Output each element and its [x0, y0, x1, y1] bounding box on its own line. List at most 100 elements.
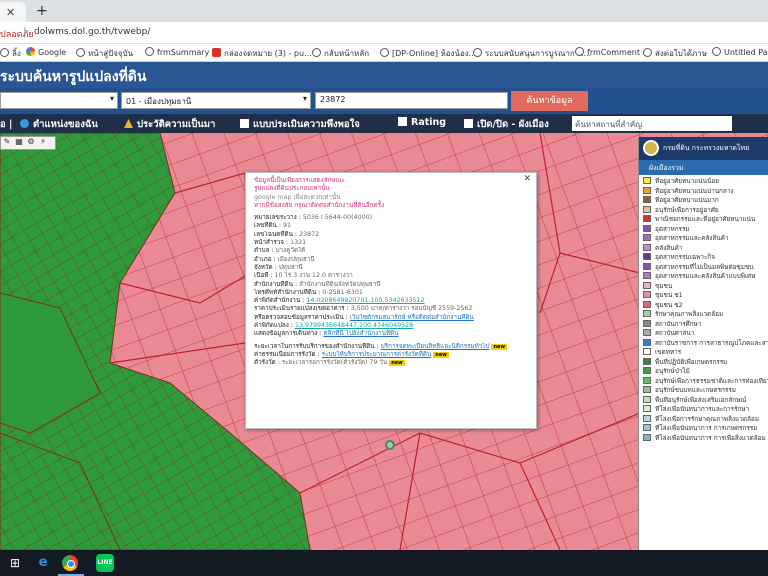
toolbar-separator: อ | [0, 119, 13, 130]
survey-button[interactable]: แบบประเมินความพึงพอใจ [240, 117, 360, 132]
info-row: อำเภอ : เมืองปทุมธานี [254, 255, 315, 263]
info-row: แสดงข้อมูลการเดินทาง : คลิกที่นี่ ไปยังส… [254, 330, 399, 338]
province-select[interactable]: ▾ [0, 92, 118, 109]
bookmark-item[interactable]: กลับหน้าหลัก [312, 47, 369, 60]
taskbar: ⊞ e LINE [0, 550, 768, 576]
legend-panel: กรมที่ดิน กระทรวงมหาดไทย ผังเมืองรวม ที่… [638, 137, 768, 550]
bookmark-item[interactable]: ลิ้ง [0, 47, 21, 60]
close-icon[interactable]: ✕ [523, 174, 531, 183]
office-coordinate-link[interactable]: 14.0208649920701,100.5342633512 [306, 297, 424, 304]
url-text[interactable]: dolwms.dol.go.th/tvwebp/ [34, 27, 150, 37]
rating-button[interactable]: Rating [398, 117, 446, 128]
legend-label: ที่อยู่อาศัยหนาแน่นมาก [655, 196, 719, 204]
service-link[interactable]: ระบบให้บริการประมาณการค่ารังวัดที่ดิน [322, 351, 432, 358]
info-row: เลขที่ดิน : 91 [254, 222, 292, 230]
browser-tabstrip: ✕ + [0, 0, 768, 22]
legend-label: อุตสาหกรรมและคลังสินค้าแบบพิเศษ [655, 272, 756, 280]
legend-label: เขตทหาร [655, 348, 682, 356]
bookmark-item[interactable]: Google [26, 47, 66, 57]
legend-swatch [643, 272, 651, 279]
legend-label: ชุมชน ช2 [655, 300, 683, 309]
app-header: ระบบค้นหารูปแปลงที่ดิน [0, 62, 768, 88]
legend-item: อนุรักษ์เพื่อการธรรมชาติและการท่องเที่ยว [643, 376, 768, 387]
legend-label: อุตสาหกรรม [655, 224, 690, 233]
bookmark-item[interactable]: [DP-Online] ห้องน้อง... [380, 47, 476, 60]
legend-swatch [643, 395, 651, 403]
search-bar: ▾ 01 - เมืองปทุมธานี ▾ 23872 ค้นหาข้อมูล [0, 88, 768, 114]
globe-icon [380, 48, 389, 57]
legend-swatch [643, 196, 651, 203]
bookmark-item[interactable]: หน้าสู่ปัจจุบัน [76, 47, 133, 60]
settings-icon[interactable]: ⚙ [25, 137, 37, 146]
legend-item: อุตสาหกรรมและคลังสินค้า [643, 234, 768, 244]
service-row: ระยะเวลาในการรับบริการของสำนักงานที่ดิน … [254, 342, 508, 350]
bookmark-item[interactable]: ระบบสนับสนุนการบูรณาการ... [473, 47, 591, 60]
tree-icon [124, 119, 133, 128]
globe-icon [145, 47, 154, 56]
document-icon [240, 119, 249, 128]
appraisal-link[interactable]: เว็บไซต์กรมธนารักษ์ หรือติดต่อสำนักงานที… [350, 314, 474, 321]
history-button[interactable]: ประวัติความเป็นมา [124, 117, 215, 132]
legend-item: อุตสาหกรรมและคลังสินค้าแบบพิเศษ [643, 272, 768, 282]
globe-icon [643, 48, 652, 57]
lightning-icon[interactable]: ⚡ [37, 137, 49, 146]
search-button[interactable]: ค้นหาข้อมูล [511, 91, 588, 111]
browser-tab[interactable]: ✕ [0, 2, 26, 22]
chrome-icon[interactable] [62, 555, 78, 571]
globe-icon [20, 119, 29, 128]
parcel-number-input[interactable]: 23872 [315, 92, 508, 109]
legend-swatch [643, 357, 651, 365]
popup-warning: รูปแปลงที่ดินประกอบเท่านั้น [254, 185, 330, 193]
bookmark-item[interactable]: frmSummary [145, 47, 209, 57]
globe-icon [712, 47, 721, 56]
legend-item: อนุรักษ์ป่าไม้ [643, 367, 768, 377]
legend-swatch [643, 291, 651, 298]
legend-item: คลังสินค้า [643, 243, 768, 254]
windows-start-icon[interactable]: ⊞ [6, 554, 24, 572]
parcel-location-marker[interactable] [385, 440, 395, 450]
legend-swatch [643, 224, 651, 232]
new-tab-button[interactable]: + [36, 3, 48, 19]
new-badge: new [433, 351, 449, 358]
legend-item: ที่โล่งเพื่อนันทนาการ การเพื่อสิ่งแวดล้อ… [643, 433, 768, 444]
legend-label: พื้นที่ปฏิบัติเพื่อเกษตรกรรม [655, 357, 728, 366]
legend-item: ที่อยู่อาศัยหนาแน่นปานกลาง [643, 186, 768, 197]
legend-swatch [643, 348, 651, 355]
legend-item: ชุมชน [643, 281, 768, 292]
legend-item: สถาบันการศึกษา [643, 319, 768, 330]
draw-icon[interactable]: ✎ [1, 137, 13, 146]
service-link[interactable]: บริการจดทะเบียนสิทธิและนิติกรรมทั่วไป [381, 343, 490, 350]
toggle-zoning-button[interactable]: เปิด/ปิด - ผังเมือง [464, 117, 549, 132]
new-badge: new [389, 360, 405, 367]
close-tab-icon[interactable]: ✕ [6, 6, 15, 19]
parcel-coordinate-link[interactable]: 13.9799436648447,100.4746049528 [295, 322, 413, 329]
place-search-input[interactable]: ค้นหาสถานที่สำคัญ [572, 116, 732, 131]
internet-explorer-icon[interactable]: e [34, 554, 52, 572]
legend-item: อุตสาหกรรม [643, 224, 768, 235]
page-title: ระบบค้นหารูปแปลงที่ดิน [0, 69, 147, 85]
info-row: ราคาประเมินรายแปลงเขตอาคาร : 3,500 บาท/ต… [254, 305, 473, 313]
my-location-button[interactable]: ตำแหน่งของฉัน [20, 117, 98, 132]
info-row: สำนักงานที่ดิน : สำนักงานที่ดินจังหวัดปท… [254, 280, 381, 288]
directions-link[interactable]: คลิกที่นี่ ไปยังสำนักงานที่ดิน [323, 330, 398, 337]
address-bar[interactable]: ปลอดภัย | dolwms.dol.go.th/tvwebp/ [0, 22, 768, 44]
legend-label: สถาบันศาสนา [655, 329, 695, 337]
bookmark-item[interactable]: Untitled Page [712, 47, 768, 57]
info-row: ค่าพิกัดแปลง : 13.9799436648447,100.4746… [254, 322, 414, 330]
grid-icon[interactable]: ▦ [13, 137, 25, 146]
legend-swatch [643, 405, 651, 412]
security-indicator[interactable]: ปลอดภัย [0, 27, 34, 41]
service-row: ค่าธรรมเนียมการรังวัด : ระบบให้บริการประ… [254, 350, 449, 358]
bookmark-item[interactable]: กล่องจดหมาย (3) - pu... [212, 47, 312, 60]
info-row: หรือตรวจสอบข้อมูลราคาประเมิน : เว็บไซต์ก… [254, 313, 474, 321]
service-row: ตัวรังวัด : ระยะเวลารอการรังวัด(ตัวรังวั… [254, 359, 405, 367]
district-select[interactable]: 01 - เมืองปทุมธานี ▾ [121, 92, 311, 109]
chevron-down-icon: ▾ [302, 94, 307, 103]
legend-swatch [643, 424, 651, 431]
globe-icon [76, 48, 85, 57]
legend-item: รักษาคุณภาพสิ่งแวดล้อม [643, 310, 768, 320]
bookmark-item[interactable]: frmComment [575, 47, 640, 57]
line-app-icon[interactable]: LINE [96, 554, 114, 572]
bookmark-item[interactable]: ส่งต่อใบได้ภาษ [643, 47, 707, 60]
checkbox-icon [464, 119, 473, 128]
